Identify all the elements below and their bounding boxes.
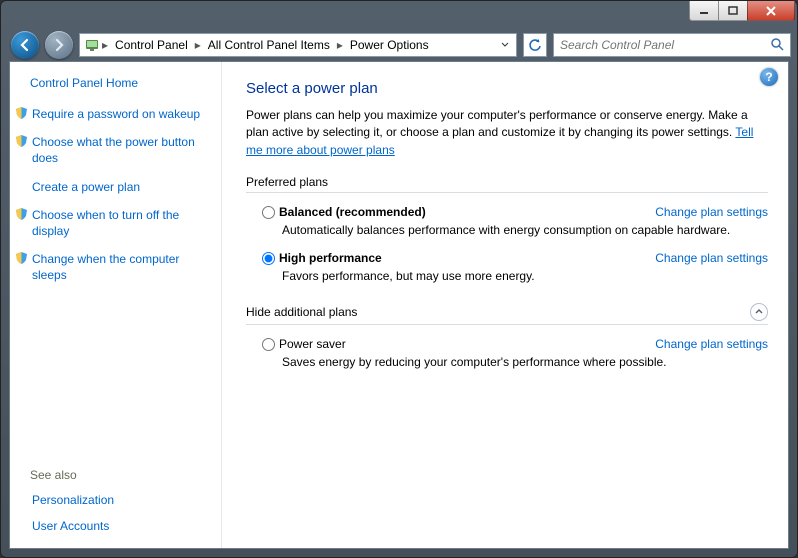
breadcrumb[interactable]: All Control Panel Items — [203, 38, 335, 52]
shield-icon — [14, 207, 28, 220]
sidebar-item-turn-off-display[interactable]: Choose when to turn off the display — [14, 207, 209, 239]
preferred-plans-label: Preferred plans — [246, 175, 768, 193]
sidebar-item-power-button[interactable]: Choose what the power button does — [14, 134, 209, 166]
change-plan-settings-link[interactable]: Change plan settings — [655, 251, 768, 265]
search-input[interactable] — [558, 37, 770, 53]
maximize-button[interactable] — [718, 1, 748, 21]
plan-description: Automatically balances performance with … — [282, 223, 768, 237]
sidebar-item-label[interactable]: Change when the computer sleeps — [32, 251, 209, 283]
see-also-user-accounts[interactable]: User Accounts — [14, 518, 209, 534]
address-dropdown-icon[interactable] — [496, 41, 514, 49]
additional-plans-label: Hide additional plans — [246, 303, 768, 325]
control-panel-home-link[interactable]: Control Panel Home — [30, 76, 209, 90]
sidebar: Control Panel Home Require a password on… — [10, 62, 222, 548]
sidebar-item-require-password[interactable]: Require a password on wakeup — [14, 106, 209, 122]
change-plan-settings-link[interactable]: Change plan settings — [655, 337, 768, 351]
change-plan-settings-link[interactable]: Change plan settings — [655, 205, 768, 219]
plan-radio-high-performance[interactable] — [262, 252, 275, 265]
shield-icon — [14, 106, 28, 119]
plan-description: Favors performance, but may use more ene… — [282, 269, 768, 283]
shield-icon — [14, 134, 28, 147]
refresh-button[interactable] — [523, 33, 547, 57]
page-description: Power plans can help you maximize your c… — [246, 107, 768, 159]
sidebar-item-label[interactable]: Require a password on wakeup — [32, 106, 209, 122]
client-area: Control Panel Home Require a password on… — [9, 61, 789, 549]
breadcrumb[interactable]: Control Panel — [110, 38, 193, 52]
plan-radio-power-saver[interactable] — [262, 338, 275, 351]
chevron-right-icon: ▸ — [102, 38, 108, 52]
collapse-additional-icon[interactable] — [750, 303, 768, 321]
window-frame: ▸ Control Panel ▸ All Control Panel Item… — [0, 0, 798, 558]
sidebar-item-computer-sleeps[interactable]: Change when the computer sleeps — [14, 251, 209, 283]
forward-button[interactable] — [45, 31, 73, 59]
sidebar-item-create-plan[interactable]: Create a power plan — [14, 179, 209, 195]
search-box[interactable] — [553, 33, 791, 57]
back-button[interactable] — [11, 31, 39, 59]
plan-radio-balanced[interactable] — [262, 206, 275, 219]
nav-row: ▸ Control Panel ▸ All Control Panel Item… — [1, 29, 797, 61]
shield-icon — [14, 251, 28, 264]
window-controls — [690, 1, 795, 21]
plan-description: Saves energy by reducing your computer's… — [282, 355, 768, 369]
plan-power-saver: Power saver Change plan settings Saves e… — [262, 337, 768, 369]
sidebar-item-label[interactable]: Create a power plan — [32, 179, 209, 195]
see-also-link[interactable]: User Accounts — [32, 518, 209, 534]
page-title: Select a power plan — [246, 80, 768, 97]
address-bar[interactable]: ▸ Control Panel ▸ All Control Panel Item… — [79, 33, 517, 57]
plan-name[interactable]: High performance — [279, 251, 382, 265]
titlebar — [1, 1, 797, 29]
main-content: ? Select a power plan Power plans can he… — [222, 62, 788, 548]
chevron-right-icon: ▸ — [337, 38, 343, 52]
see-also-personalization[interactable]: Personalization — [14, 492, 209, 508]
see-also-link[interactable]: Personalization — [32, 492, 209, 508]
plan-high-performance: High performance Change plan settings Fa… — [262, 251, 768, 283]
control-panel-icon — [84, 37, 100, 53]
close-button[interactable] — [747, 1, 795, 21]
plan-balanced: Balanced (recommended) Change plan setti… — [262, 205, 768, 237]
plan-name[interactable]: Power saver — [279, 337, 346, 351]
sidebar-item-label[interactable]: Choose what the power button does — [32, 134, 209, 166]
sidebar-item-label[interactable]: Choose when to turn off the display — [32, 207, 209, 239]
search-icon[interactable] — [770, 37, 786, 54]
minimize-button[interactable] — [689, 1, 719, 21]
chevron-right-icon: ▸ — [195, 38, 201, 52]
plan-name[interactable]: Balanced (recommended) — [279, 205, 426, 219]
see-also-label: See also — [30, 468, 209, 482]
help-icon[interactable]: ? — [760, 68, 778, 86]
breadcrumb[interactable]: Power Options — [345, 38, 434, 52]
